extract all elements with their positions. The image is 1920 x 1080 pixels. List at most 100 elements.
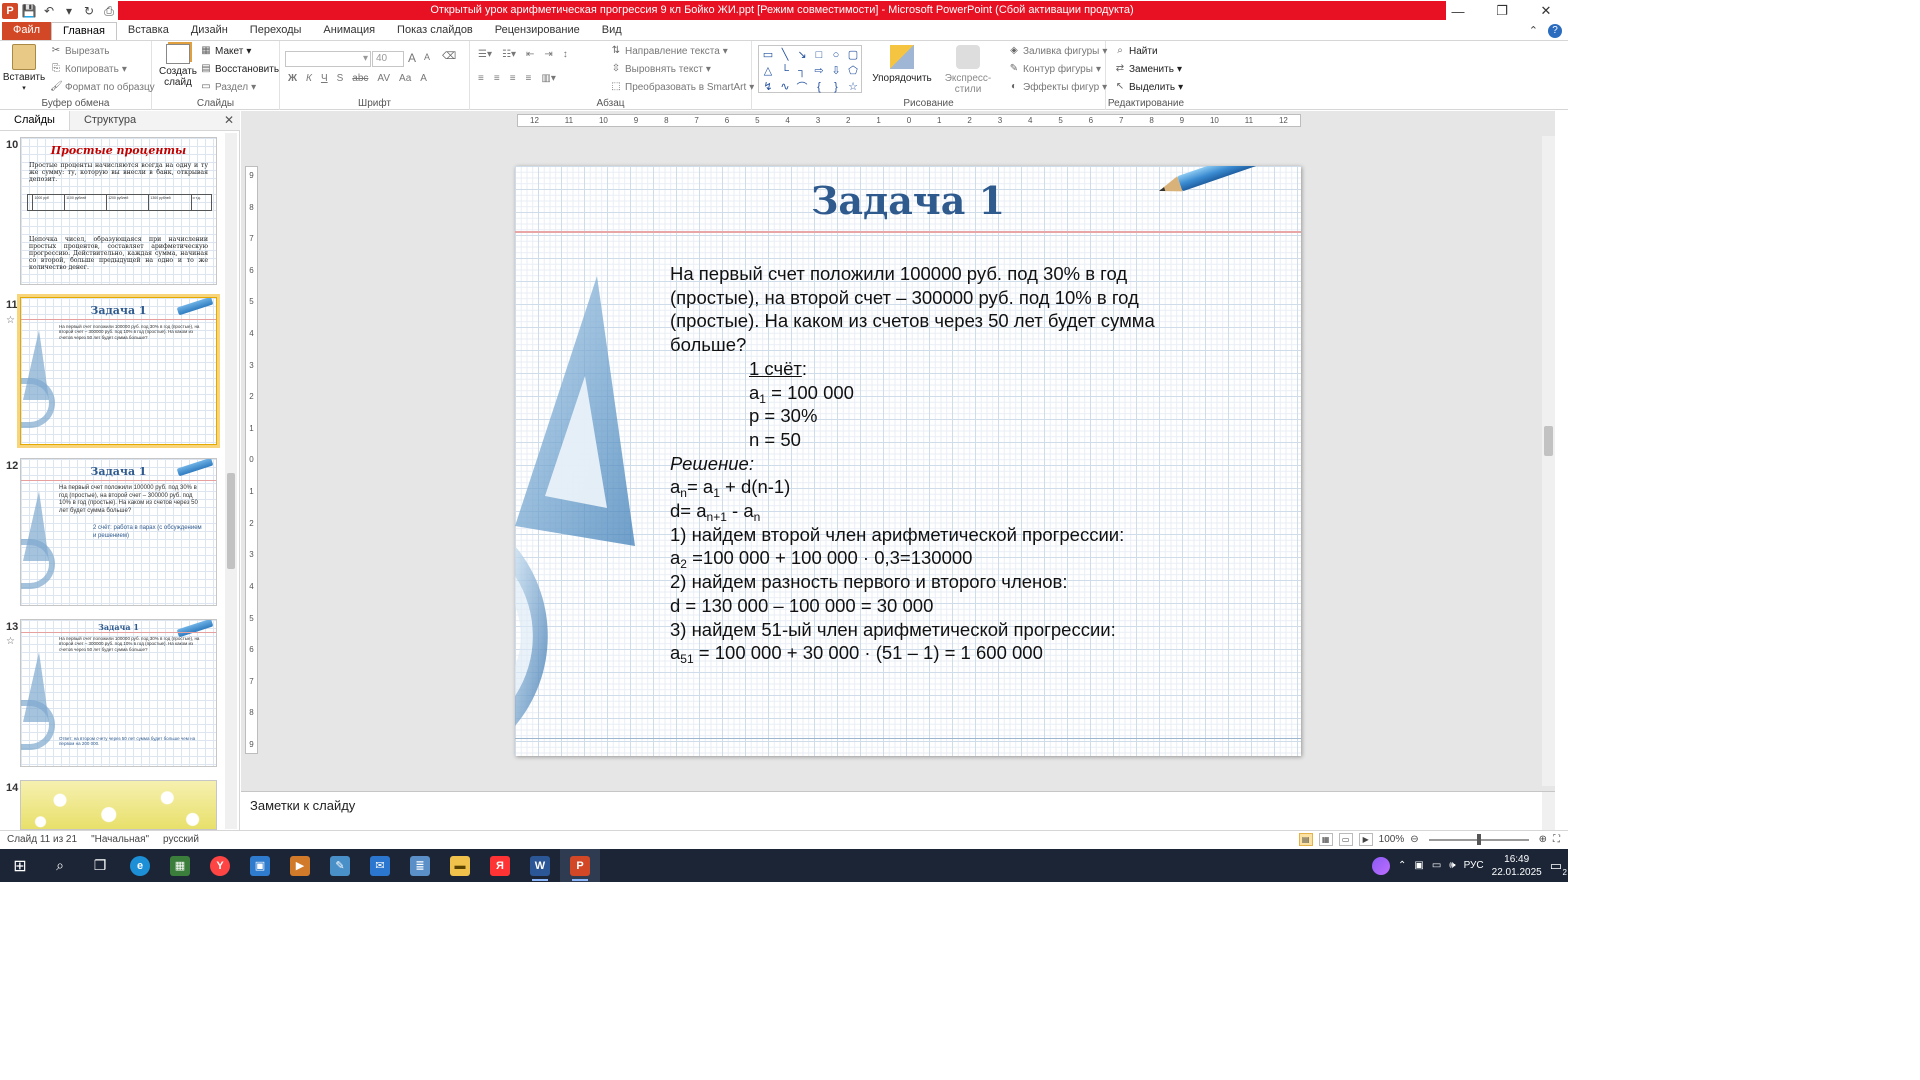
columns-icon[interactable]: ▥▾ bbox=[541, 73, 555, 84]
tab-animations[interactable]: Анимация bbox=[312, 22, 386, 40]
language[interactable]: русский bbox=[163, 834, 199, 845]
zoom-slider[interactable] bbox=[1428, 833, 1529, 845]
smartart-button[interactable]: ⬚ Преобразовать в SmartArt ▾ bbox=[610, 81, 754, 93]
shrink-font-button[interactable]: A bbox=[424, 52, 430, 62]
change-case-button[interactable]: Aa bbox=[399, 73, 411, 84]
arrow-line-shape-icon[interactable]: ↘ bbox=[794, 47, 810, 62]
bold-button[interactable]: Ж bbox=[288, 73, 297, 84]
minimize-button[interactable]: — bbox=[1436, 0, 1480, 22]
numbering-icon[interactable]: ☷▾ bbox=[502, 49, 516, 60]
shape-effects-button[interactable]: ◐ Эффекты фигур ▾ bbox=[1008, 81, 1107, 93]
restore-button[interactable]: ❐ bbox=[1480, 0, 1524, 22]
right-arrow-shape-icon[interactable]: ⇨ bbox=[811, 63, 827, 78]
replace-button[interactable]: ⇄ Заменить ▾ bbox=[1114, 63, 1182, 75]
help-icon[interactable]: ? bbox=[1548, 24, 1562, 38]
decrease-indent-icon[interactable]: ⇤ bbox=[526, 49, 534, 60]
strikethrough-button[interactable]: abc bbox=[352, 73, 368, 84]
section-button[interactable]: ▭ Раздел ▾ bbox=[200, 81, 256, 93]
zoom-thumb[interactable] bbox=[1476, 833, 1481, 845]
notes-scrollbar[interactable] bbox=[1542, 792, 1555, 831]
tab-slide-show[interactable]: Показ слайдов bbox=[386, 22, 484, 40]
reading-view-icon[interactable]: ▭ bbox=[1338, 833, 1353, 846]
tab-slides[interactable]: Слайды bbox=[0, 111, 70, 130]
underline-button[interactable]: Ч bbox=[321, 73, 328, 84]
current-slide[interactable]: Задача 1 На первый счет положили 100000 … bbox=[515, 166, 1301, 756]
slide-body-text[interactable]: На первый счет положили 100000 руб. под … bbox=[670, 262, 1210, 665]
notes-pane[interactable]: Заметки к слайду bbox=[241, 791, 1555, 831]
cut-button[interactable]: ✂ Вырезать bbox=[50, 45, 110, 57]
slide-thumbnail-10[interactable]: Простые проценты Простые проценты начисл… bbox=[20, 137, 217, 285]
fit-slide-icon[interactable]: ⛶ bbox=[1553, 834, 1560, 845]
network-icon[interactable]: ▭ bbox=[1432, 860, 1441, 871]
textbox-shape-icon[interactable]: ▭ bbox=[760, 47, 776, 62]
star-shape-icon[interactable]: ☆ bbox=[845, 79, 861, 94]
tab-file[interactable]: Файл bbox=[2, 22, 52, 40]
down-arrow-shape-icon[interactable]: ⇩ bbox=[828, 63, 844, 78]
normal-view-icon[interactable]: ▤ bbox=[1298, 833, 1313, 846]
close-pane-icon[interactable]: ✕ bbox=[224, 113, 234, 127]
rectangle-shape-icon[interactable]: □ bbox=[811, 47, 827, 62]
save-icon[interactable]: 💾 bbox=[20, 2, 38, 20]
slide-thumbnail-13[interactable]: Задача 1 На первый счет положили 100000 … bbox=[20, 619, 217, 767]
paste-button[interactable]: Вставить ▾ bbox=[3, 44, 45, 94]
search-icon[interactable]: ⌕ bbox=[40, 849, 80, 882]
new-slide-button[interactable]: Создать слайд bbox=[158, 44, 198, 88]
yandex-icon[interactable]: Я bbox=[480, 849, 520, 882]
bullets-icon[interactable]: ☰▾ bbox=[478, 49, 492, 60]
clock[interactable]: 16:49 22.01.2025 bbox=[1492, 853, 1542, 879]
zoom-level[interactable]: 100% bbox=[1379, 834, 1405, 845]
right-brace-shape-icon[interactable]: } bbox=[828, 79, 844, 94]
slide-title[interactable]: Задача 1 bbox=[515, 178, 1301, 223]
edge-icon[interactable]: e bbox=[120, 849, 160, 882]
zoom-in-icon[interactable]: ⊕ bbox=[1539, 834, 1547, 845]
font-name-combobox[interactable]: ▾ bbox=[285, 51, 371, 67]
connector-shape-icon[interactable]: ┐ bbox=[794, 63, 810, 78]
align-right-icon[interactable]: ≡ bbox=[510, 73, 516, 84]
tab-view[interactable]: Вид bbox=[591, 22, 633, 40]
pane-scrollbar[interactable] bbox=[225, 133, 237, 829]
keyboard-language[interactable]: РУС bbox=[1464, 860, 1484, 871]
shadow-button[interactable]: S bbox=[337, 73, 344, 84]
start-icon[interactable]: ⊞ bbox=[0, 849, 40, 882]
line-shape-icon[interactable]: ╲ bbox=[777, 47, 793, 62]
tab-design[interactable]: Дизайн bbox=[180, 22, 239, 40]
zoom-out-icon[interactable]: ⊖ bbox=[1410, 834, 1418, 845]
powerpoint-logo-icon[interactable]: P bbox=[2, 3, 18, 19]
quick-styles-button[interactable]: Экспресс-стили bbox=[936, 45, 1000, 95]
volume-icon[interactable]: 🕪 bbox=[1449, 860, 1455, 871]
align-center-icon[interactable]: ≡ bbox=[494, 73, 500, 84]
editor-scrollbar[interactable] bbox=[1542, 136, 1555, 786]
task-view-icon[interactable]: ❐ bbox=[80, 849, 120, 882]
file-explorer-icon[interactable]: ▬ bbox=[440, 849, 480, 882]
char-spacing-button[interactable]: AV bbox=[377, 73, 390, 84]
redo-icon[interactable]: ↻ bbox=[80, 2, 98, 20]
grow-font-button[interactable]: A bbox=[408, 51, 416, 65]
yandex-browser-icon[interactable]: Y bbox=[200, 849, 240, 882]
clear-format-button[interactable]: ⌫ bbox=[442, 51, 456, 63]
tab-outline[interactable]: Структура bbox=[70, 111, 150, 130]
font-size-combobox[interactable]: 40 bbox=[372, 51, 404, 67]
print-icon[interactable]: ⎙ bbox=[100, 2, 118, 20]
freeform-shape-icon[interactable]: ⬠ bbox=[845, 63, 861, 78]
undo-dropdown-icon[interactable]: ▾ bbox=[60, 2, 78, 20]
webcam-icon[interactable]: ▣ bbox=[1414, 860, 1423, 871]
shapes-gallery[interactable]: ▭ ╲ ↘ □ ○ ▢ △ └ ┐ ⇨ ⇩ ⬠ ↯ ∿ ⌒{} ☆ bbox=[758, 45, 862, 94]
reset-button[interactable]: ▤ Восстановить bbox=[200, 63, 279, 75]
scroll-thumb[interactable] bbox=[1544, 426, 1553, 456]
media-player-icon[interactable]: ▶ bbox=[280, 849, 320, 882]
shape-outline-button[interactable]: ✎ Контур фигуры ▾ bbox=[1008, 63, 1101, 75]
close-button[interactable]: ✕ bbox=[1524, 0, 1568, 22]
font-color-button[interactable]: A bbox=[420, 73, 427, 84]
store-icon[interactable]: ▣ bbox=[240, 849, 280, 882]
align-left-icon[interactable]: ≡ bbox=[478, 73, 484, 84]
assistant-icon[interactable] bbox=[1372, 856, 1390, 875]
text-direction-button[interactable]: ⇅ Направление текста ▾ bbox=[610, 45, 728, 57]
mail-icon[interactable]: ✉ bbox=[360, 849, 400, 882]
slide-thumbnail-14[interactable] bbox=[20, 780, 217, 830]
curve-shape-icon[interactable]: ↯ bbox=[760, 79, 776, 94]
slide-thumbnail-12[interactable]: Задача 1 На первый счет положили 100000 … bbox=[20, 458, 217, 606]
increase-indent-icon[interactable]: ⇥ bbox=[544, 49, 552, 60]
notifications-icon[interactable]: ▭ 2 bbox=[1550, 858, 1567, 877]
arrange-button[interactable]: Упорядочить bbox=[870, 45, 934, 84]
slideshow-icon[interactable]: ▶ bbox=[1358, 833, 1373, 846]
